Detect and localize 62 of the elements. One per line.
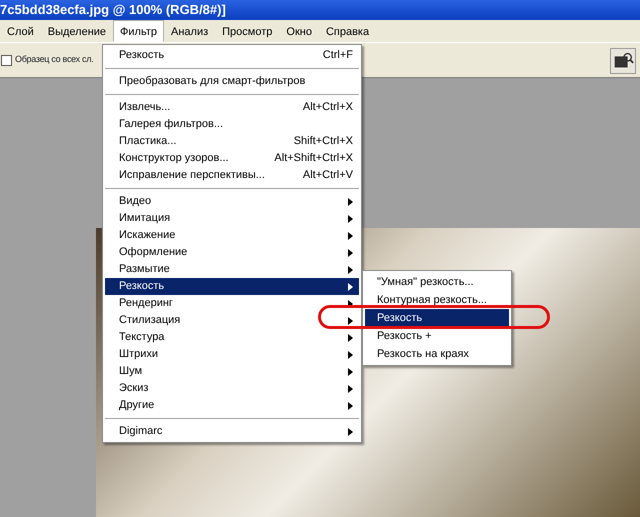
- shortcut-label: Alt+Ctrl+X: [302, 100, 353, 116]
- menu-item-label: Галерея фильтров...: [119, 117, 224, 132]
- menu-item-label: Резкость: [119, 48, 164, 64]
- folder-search-icon[interactable]: [610, 48, 636, 74]
- menu-item[interactable]: Справка: [318, 20, 376, 42]
- submenu-item[interactable]: Резкость на краях: [365, 345, 509, 363]
- shortcut-label: Alt+Ctrl+V: [302, 168, 353, 184]
- menu-item[interactable]: Конструктор узоров... Alt+Shift+Ctrl+X: [105, 150, 359, 167]
- menu-item-label: Digimarc: [119, 424, 162, 440]
- submenu-item[interactable]: Контурная резкость...: [365, 291, 509, 309]
- menu-item[interactable]: Пластика... Shift+Ctrl+X: [105, 133, 359, 150]
- menu-item[interactable]: Резкость: [105, 278, 359, 295]
- menu-item-label: Рендеринг: [119, 296, 173, 312]
- menu-item-label: Оформление: [119, 245, 188, 260]
- menu-item[interactable]: Галерея фильтров...: [105, 116, 359, 133]
- menu-item-label: Размытие: [119, 262, 170, 278]
- menu-item[interactable]: Искажение: [105, 227, 359, 244]
- shortcut-label: Ctrl+F: [322, 48, 353, 64]
- menu-item-label: Стилизация: [119, 313, 180, 328]
- menu-item[interactable]: Оформление: [105, 244, 359, 261]
- menu-item-label: Конструктор узоров...: [119, 151, 229, 166]
- menu-item[interactable]: Окно: [279, 20, 319, 42]
- menu-item[interactable]: Digimarc: [105, 423, 359, 440]
- menu-item-label: Шум: [119, 364, 142, 380]
- shortcut-label: Shift+Ctrl+X: [292, 134, 353, 150]
- menu-item[interactable]: Резкость Ctrl+F: [105, 47, 359, 64]
- window-title: 7c5bdd38ecfa.jpg @ 100% (RGB/8#)]: [0, 0, 640, 20]
- menu-item[interactable]: Преобразовать для смарт-фильтров: [105, 73, 359, 90]
- menu-item[interactable]: Просмотр: [215, 20, 280, 42]
- checkbox-label: Образец со всех сл.: [15, 53, 94, 66]
- menu-item[interactable]: Слой: [0, 20, 41, 42]
- menu-item[interactable]: Текстура: [105, 329, 359, 346]
- submenu-item[interactable]: "Умная" резкость...: [365, 273, 509, 291]
- menu-item[interactable]: Размытие: [105, 261, 359, 278]
- menu-item[interactable]: Другие: [105, 397, 359, 414]
- menu-item-label: Преобразовать для смарт-фильтров: [119, 74, 306, 90]
- menu-item-label: Видео: [119, 194, 152, 210]
- menu-item[interactable]: Анализ: [164, 20, 216, 42]
- shortcut-label: Alt+Shift+Ctrl+X: [273, 151, 353, 166]
- menu-item[interactable]: Имитация: [105, 210, 359, 227]
- menu-item[interactable]: Эскиз: [105, 380, 359, 397]
- menu-item-label: Искажение: [119, 228, 176, 244]
- menu-item-label: Извлечь...: [119, 100, 170, 116]
- menu-item[interactable]: Шум: [105, 363, 359, 380]
- menu-item[interactable]: Видео: [105, 193, 359, 210]
- menu-item-label: Резкость: [119, 279, 164, 294]
- menu-item-label: Эскиз: [119, 381, 148, 396]
- menu-item-label: Исправление перспективы...: [119, 168, 265, 184]
- menu-item-label: Пластика...: [119, 134, 176, 150]
- menu-item[interactable]: Штрихи: [105, 346, 359, 363]
- menu-item[interactable]: Рендеринг: [105, 295, 359, 312]
- submenu-item[interactable]: Резкость +: [365, 327, 509, 345]
- menu-item-label: Имитация: [119, 211, 170, 226]
- menu-item[interactable]: Извлечь... Alt+Ctrl+X: [105, 99, 359, 116]
- sample-all-layers-checkbox[interactable]: [1, 54, 12, 66]
- menu-item-label: Текстура: [119, 330, 164, 346]
- submenu-item[interactable]: Резкость: [365, 309, 509, 327]
- menu-item-label: Штрихи: [119, 347, 158, 362]
- menu-item-label: Другие: [119, 398, 154, 414]
- menu-item[interactable]: Исправление перспективы... Alt+Ctrl+V: [105, 167, 359, 184]
- menu-item[interactable]: Фильтр: [113, 20, 164, 42]
- menu-item[interactable]: Выделение: [40, 20, 114, 42]
